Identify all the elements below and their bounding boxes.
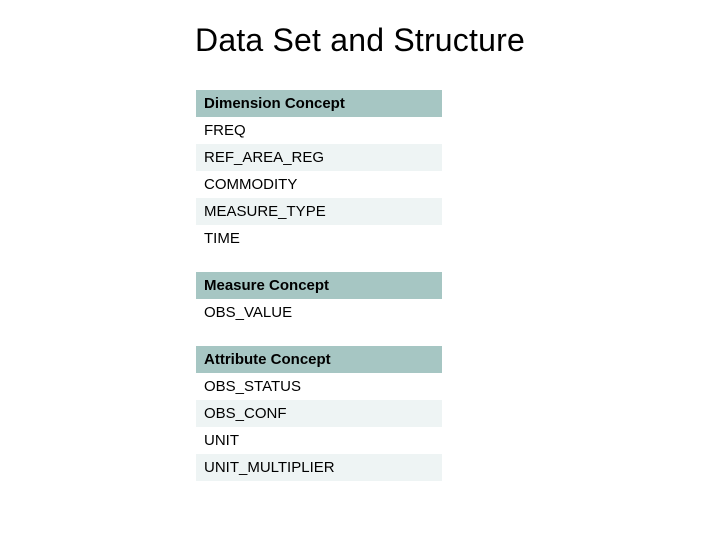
- attribute-table: Attribute Concept OBS_STATUS OBS_CONF UN…: [196, 346, 442, 481]
- dimension-header: Dimension Concept: [196, 90, 442, 117]
- table-row: TIME: [196, 225, 442, 252]
- page-title: Data Set and Structure: [0, 22, 720, 59]
- table-row: UNIT: [196, 427, 442, 454]
- slide: Data Set and Structure Dimension Concept…: [0, 0, 720, 540]
- table-row: OBS_VALUE: [196, 299, 442, 326]
- table-row: COMMODITY: [196, 171, 442, 198]
- table-row: UNIT_MULTIPLIER: [196, 454, 442, 481]
- measure-header: Measure Concept: [196, 272, 442, 299]
- table-row: OBS_STATUS: [196, 373, 442, 400]
- measure-table: Measure Concept OBS_VALUE: [196, 272, 442, 326]
- tables-container: Dimension Concept FREQ REF_AREA_REG COMM…: [196, 90, 442, 501]
- table-row: OBS_CONF: [196, 400, 442, 427]
- attribute-header: Attribute Concept: [196, 346, 442, 373]
- table-row: REF_AREA_REG: [196, 144, 442, 171]
- dimension-table: Dimension Concept FREQ REF_AREA_REG COMM…: [196, 90, 442, 252]
- table-row: FREQ: [196, 117, 442, 144]
- table-row: MEASURE_TYPE: [196, 198, 442, 225]
